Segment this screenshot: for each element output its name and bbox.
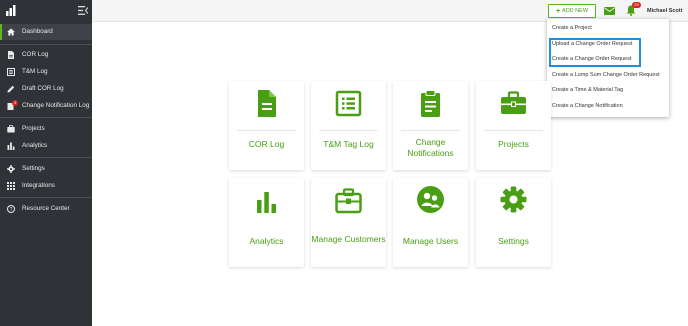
sidebar-item-draft-cor-log[interactable]: Draft COR Log bbox=[0, 81, 92, 97]
tile-label: Manage Users bbox=[402, 236, 459, 246]
user-name[interactable]: Michael Scott bbox=[647, 8, 682, 14]
tile-label: T&M Tag Log bbox=[323, 139, 374, 149]
bar-chart-icon bbox=[257, 192, 276, 213]
home-icon bbox=[7, 28, 15, 36]
tile-label: COR Log bbox=[248, 139, 285, 149]
tile-analytics[interactable]: Analytics bbox=[229, 178, 304, 267]
sidebar-header bbox=[0, 0, 92, 22]
sidebar-item-label: Change Notification Log bbox=[22, 102, 90, 109]
sidebar-item-label: COR Log bbox=[22, 51, 49, 58]
bar-chart-icon bbox=[7, 142, 15, 150]
sidebar-item-projects[interactable]: Projects bbox=[0, 121, 92, 137]
list-icon bbox=[7, 68, 15, 76]
menu-item-create-change-order-request[interactable]: Create a Change Order Request bbox=[552, 56, 632, 62]
tile-label: Projects bbox=[498, 139, 529, 149]
sidebar-divider bbox=[0, 117, 92, 118]
sidebar-item-label: Settings bbox=[22, 165, 45, 172]
briefcase-icon bbox=[7, 125, 15, 133]
sidebar-item-label: Draft COR Log bbox=[22, 85, 64, 92]
sidebar-item-label: Integrations bbox=[22, 182, 55, 189]
document-icon bbox=[8, 51, 14, 59]
add-new-dropdown-menu: Create a Project Upload a Change Order R… bbox=[547, 19, 669, 117]
tile-label: Change Notifications bbox=[407, 137, 454, 158]
sidebar-item-label: T&M Log bbox=[22, 68, 48, 75]
tile-divider bbox=[237, 130, 296, 131]
tile-divider bbox=[401, 130, 460, 131]
sidebar-item-tm-log[interactable]: T&M Log bbox=[0, 64, 92, 80]
add-new-label: ADD NEW bbox=[562, 8, 589, 14]
tile-cor-log[interactable]: COR Log bbox=[229, 81, 304, 170]
tile-label: Analytics bbox=[249, 236, 284, 246]
sidebar-item-settings[interactable]: Settings bbox=[0, 161, 92, 177]
plus-icon: + bbox=[555, 7, 561, 15]
sidebar-item-label: Analytics bbox=[22, 142, 48, 149]
briefcase-icon bbox=[335, 188, 362, 214]
sidebar: Dashboard COR Log T&M Log Draft COR Log … bbox=[0, 0, 92, 326]
tile-change-notifications[interactable]: Change Notifications bbox=[393, 81, 468, 170]
gear-icon bbox=[7, 165, 15, 173]
collapse-menu-icon[interactable] bbox=[78, 6, 88, 15]
sidebar-item-integrations[interactable]: Integrations bbox=[0, 178, 92, 194]
tile-settings[interactable]: Settings bbox=[476, 178, 551, 267]
edit-icon bbox=[7, 85, 15, 93]
add-new-button[interactable]: + ADD NEW bbox=[548, 4, 596, 18]
clipboard-icon bbox=[421, 90, 440, 117]
document-icon bbox=[258, 90, 276, 117]
sidebar-divider bbox=[0, 44, 92, 45]
mail-icon[interactable] bbox=[604, 7, 615, 15]
tile-tm-tag-log[interactable]: T&M Tag Log bbox=[311, 81, 386, 170]
help-icon: ? bbox=[7, 205, 15, 213]
sidebar-item-change-notification-log[interactable]: 3 Change Notification Log bbox=[0, 98, 92, 114]
sidebar-item-label: Projects bbox=[22, 125, 45, 132]
gear-icon bbox=[500, 186, 527, 213]
briefcase-icon bbox=[501, 91, 526, 114]
grid-icon bbox=[7, 182, 15, 190]
sidebar-divider bbox=[0, 197, 92, 198]
tile-label: Settings bbox=[498, 236, 529, 246]
svg-text:?: ? bbox=[10, 207, 13, 213]
sidebar-item-resource-center[interactable]: ? Resource Center bbox=[0, 201, 92, 217]
sidebar-item-analytics[interactable]: Analytics bbox=[0, 138, 92, 154]
notification-count-badge: 3 bbox=[12, 100, 18, 106]
list-icon bbox=[335, 90, 362, 117]
tile-divider bbox=[484, 130, 543, 131]
sidebar-item-dashboard[interactable]: Dashboard bbox=[0, 24, 92, 40]
menu-item-create-time-material-tag[interactable]: Create a Time & Material Tag bbox=[552, 87, 623, 93]
menu-item-create-project[interactable]: Create a Project bbox=[552, 25, 592, 31]
sidebar-divider bbox=[0, 157, 92, 158]
notification-count-badge: 29 bbox=[632, 2, 641, 8]
tile-label: Manage Customers bbox=[311, 234, 386, 244]
logo-icon[interactable] bbox=[6, 5, 17, 16]
sidebar-item-label: Dashboard bbox=[22, 28, 53, 35]
sidebar-item-label: Resource Center bbox=[22, 205, 70, 212]
menu-item-upload-change-order-request[interactable]: Upload a Change Order Request bbox=[552, 41, 632, 47]
tile-projects[interactable]: Projects bbox=[476, 81, 551, 170]
tile-divider bbox=[319, 130, 378, 131]
sidebar-item-cor-log[interactable]: COR Log bbox=[0, 47, 92, 63]
users-icon bbox=[417, 186, 444, 213]
tile-manage-users[interactable]: Manage Users bbox=[393, 178, 468, 267]
tile-manage-customers[interactable]: Manage Customers bbox=[311, 178, 386, 267]
menu-item-create-change-notification[interactable]: Create a Change Notification bbox=[552, 103, 623, 109]
menu-item-create-lump-sum-change-order-request[interactable]: Create a Lump Sum Change Order Request bbox=[552, 72, 660, 78]
